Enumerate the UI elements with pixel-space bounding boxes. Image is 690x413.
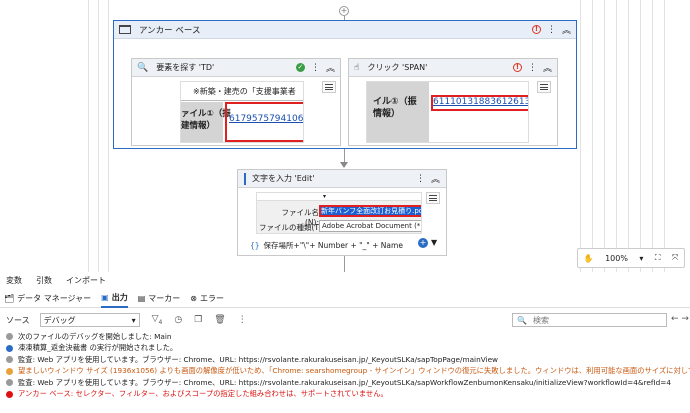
- chevron-down-icon: ▾: [131, 315, 136, 325]
- data-manager-icon: 🗂: [4, 294, 15, 303]
- clock-icon[interactable]: ◷: [174, 315, 182, 325]
- log-line[interactable]: 次のファイルのデバッグを開始しました: Main: [0, 331, 690, 343]
- info-icon: [6, 356, 13, 364]
- designer-canvas[interactable]: + アンカー ベース ! ⋮ ︽ 🔍 要素を探す 'TD' ✓ ⋮ ︽ ※新築・…: [0, 0, 690, 272]
- screenshot-label: イル①（振 情報）: [373, 97, 417, 119]
- element-screenshot: ▾ ファイル名(N): 新年バンフ全面改訂お見積り.pdf ファイルの種類(T)…: [256, 192, 422, 234]
- info-icon: [6, 344, 13, 352]
- click-icon: ☝: [354, 62, 360, 73]
- add-activity-icon[interactable]: +: [339, 6, 349, 16]
- zoom-level[interactable]: 100%: [605, 254, 628, 263]
- window-icon: [119, 25, 131, 34]
- filetype-value: Adobe Acrobat Document (*.pdf): [319, 220, 421, 232]
- screenshot-top-text: ※新築・建売の「支援事業者: [193, 87, 296, 96]
- element-menu-button[interactable]: [426, 192, 440, 204]
- collapse-icon[interactable]: ︽: [326, 61, 335, 74]
- type-into-activity[interactable]: 文字を入力 'Edit' ⋮ ︽ ▾ ファイル名(N): 新年バンフ全面改訂お見…: [237, 169, 447, 256]
- filter-icon[interactable]: ▽4: [152, 314, 163, 326]
- source-value: デバッグ: [43, 315, 76, 325]
- info-icon: [6, 379, 13, 387]
- tab-variables[interactable]: 変数: [6, 275, 22, 286]
- screenshot-link: 611101318836126139: [433, 97, 529, 107]
- designer-bottom-tabs: 変数 引数 インポート: [0, 272, 690, 288]
- filename-value: 新年バンフ全面改訂お見積り.pdf: [321, 207, 421, 215]
- type-into-icon: [244, 172, 246, 185]
- tab-data-manager[interactable]: 🗂 データ マネージャー: [4, 293, 91, 304]
- anchor-base-header: アンカー ベース ! ⋮ ︽: [114, 21, 576, 39]
- valid-check-icon: ✓: [295, 63, 305, 72]
- error-icon[interactable]: !: [531, 25, 541, 34]
- tab-arguments[interactable]: 引数: [36, 275, 52, 286]
- markers-icon: ▤: [137, 294, 146, 303]
- element-menu-button[interactable]: [537, 81, 551, 93]
- nav-arrows[interactable]: ← →: [671, 314, 689, 324]
- more-options-icon[interactable]: ⋮: [416, 174, 425, 184]
- more-options-icon[interactable]: ⋮: [547, 25, 556, 35]
- output-icon: ▣: [101, 293, 109, 302]
- find-element-title: 要素を探す 'TD': [156, 63, 215, 72]
- find-element-header: 🔍 要素を探す 'TD' ✓ ⋮ ︽: [132, 59, 340, 77]
- log-line[interactable]: 凍凍積算_返金決裁書 の実行が開始されました。: [0, 343, 690, 355]
- screenshot-link: 617957579410636937.jp: [229, 114, 304, 124]
- element-menu-button[interactable]: [322, 81, 336, 93]
- tab-markers[interactable]: ▤ マーカー: [138, 293, 181, 304]
- type-into-title: 文字を入力 'Edit': [252, 174, 315, 183]
- trash-icon[interactable]: 🗑: [214, 315, 225, 325]
- element-screenshot: イル①（振 情報） 611101318836126139: [366, 81, 529, 143]
- anchor-base-activity[interactable]: アンカー ベース ! ⋮ ︽ 🔍 要素を探す 'TD' ✓ ⋮ ︽ ※新築・建売…: [113, 20, 577, 149]
- more-options-icon[interactable]: ⋮: [311, 63, 320, 73]
- collapse-icon[interactable]: ︽: [431, 172, 440, 185]
- info-icon: [6, 333, 13, 341]
- hand-pan-icon[interactable]: ✋: [584, 254, 594, 263]
- search-placeholder: 検索: [532, 315, 549, 325]
- click-activity[interactable]: ☝ クリック 'SPAN' ! ⋮ ︽ イル①（振 情報） 6111013188…: [348, 58, 558, 146]
- tab-output[interactable]: ▣ 出力: [101, 290, 128, 308]
- expression-icon: {}: [250, 240, 260, 250]
- click-title: クリック 'SPAN': [367, 63, 428, 72]
- copy-icon[interactable]: ❐: [194, 315, 202, 325]
- zoom-toolbar: ✋ 100% ▾ ⛶ ⤧: [577, 248, 685, 268]
- search-icon: 🔍: [517, 315, 527, 325]
- screenshot-label: ァイル①（振 建情報）: [181, 109, 231, 131]
- log-line[interactable]: アンカー ベース: セレクター、フィルター、およびスコープの指定した組み合わせは…: [0, 389, 690, 401]
- dropdown-arrow-icon[interactable]: ▼: [431, 238, 437, 248]
- text-expression-field[interactable]: {} 保存場所+"\"+ Number + "_" + Name: [250, 238, 418, 252]
- collapse-icon[interactable]: ︽: [543, 61, 552, 74]
- element-screenshot: ※新築・建売の「支援事業者 ァイル①（振 建情報） 61795757941063…: [180, 81, 304, 143]
- error-icon[interactable]: !: [512, 63, 522, 72]
- type-into-header: 文字を入力 'Edit' ⋮ ︽: [238, 170, 446, 188]
- log-line[interactable]: 望ましいウィンドウ サイズ (1936x1056) よりも画面の解像度が低いため…: [0, 366, 690, 378]
- source-label: ソース: [6, 315, 30, 325]
- log-line[interactable]: 監査: Web アプリを使用しています。ブラウザー: Chrome、URL: h…: [0, 354, 690, 366]
- log-line[interactable]: 監査: Web アプリを使用しています。ブラウザー: Chrome、URL: h…: [0, 377, 690, 389]
- errors-icon: ⊗: [190, 294, 197, 303]
- click-header: ☝ クリック 'SPAN' ! ⋮ ︽: [349, 59, 557, 77]
- search-input[interactable]: 🔍 検索: [512, 313, 667, 327]
- tab-errors[interactable]: ⊗ エラー: [190, 293, 224, 304]
- expression-text: 保存場所+"\"+ Number + "_" + Name: [263, 240, 403, 250]
- anchor-base-title: アンカー ベース: [139, 25, 201, 36]
- warning-icon: [6, 367, 13, 375]
- add-expression-icon[interactable]: +: [418, 238, 428, 248]
- more-options-icon[interactable]: ⋮: [528, 63, 537, 73]
- fit-screen-icon[interactable]: ⛶: [655, 253, 661, 263]
- tab-imports[interactable]: インポート: [66, 275, 106, 286]
- find-element-activity[interactable]: 🔍 要素を探す 'TD' ✓ ⋮ ︽ ※新築・建売の「支援事業者 ァイル①（振 …: [131, 58, 341, 146]
- reset-zoom-icon[interactable]: ⤧: [672, 253, 678, 263]
- collapse-icon[interactable]: ︽: [562, 23, 571, 36]
- error-icon: [6, 390, 13, 398]
- search-icon: 🔍: [137, 62, 149, 73]
- zoom-dropdown-icon[interactable]: ▾: [639, 254, 643, 263]
- output-log: 次のファイルのデバッグを開始しました: Main 凍凍積算_返金決裁書 の実行が…: [0, 331, 690, 400]
- panel-tabs: 🗂 データ マネージャー ▣ 出力 ▤ マーカー ⊗ エラー: [0, 290, 690, 308]
- more-options-icon[interactable]: ⋮: [238, 315, 247, 325]
- filetype-label: ファイルの種類(T):: [259, 223, 325, 232]
- source-select[interactable]: デバッグ ▾: [39, 313, 140, 327]
